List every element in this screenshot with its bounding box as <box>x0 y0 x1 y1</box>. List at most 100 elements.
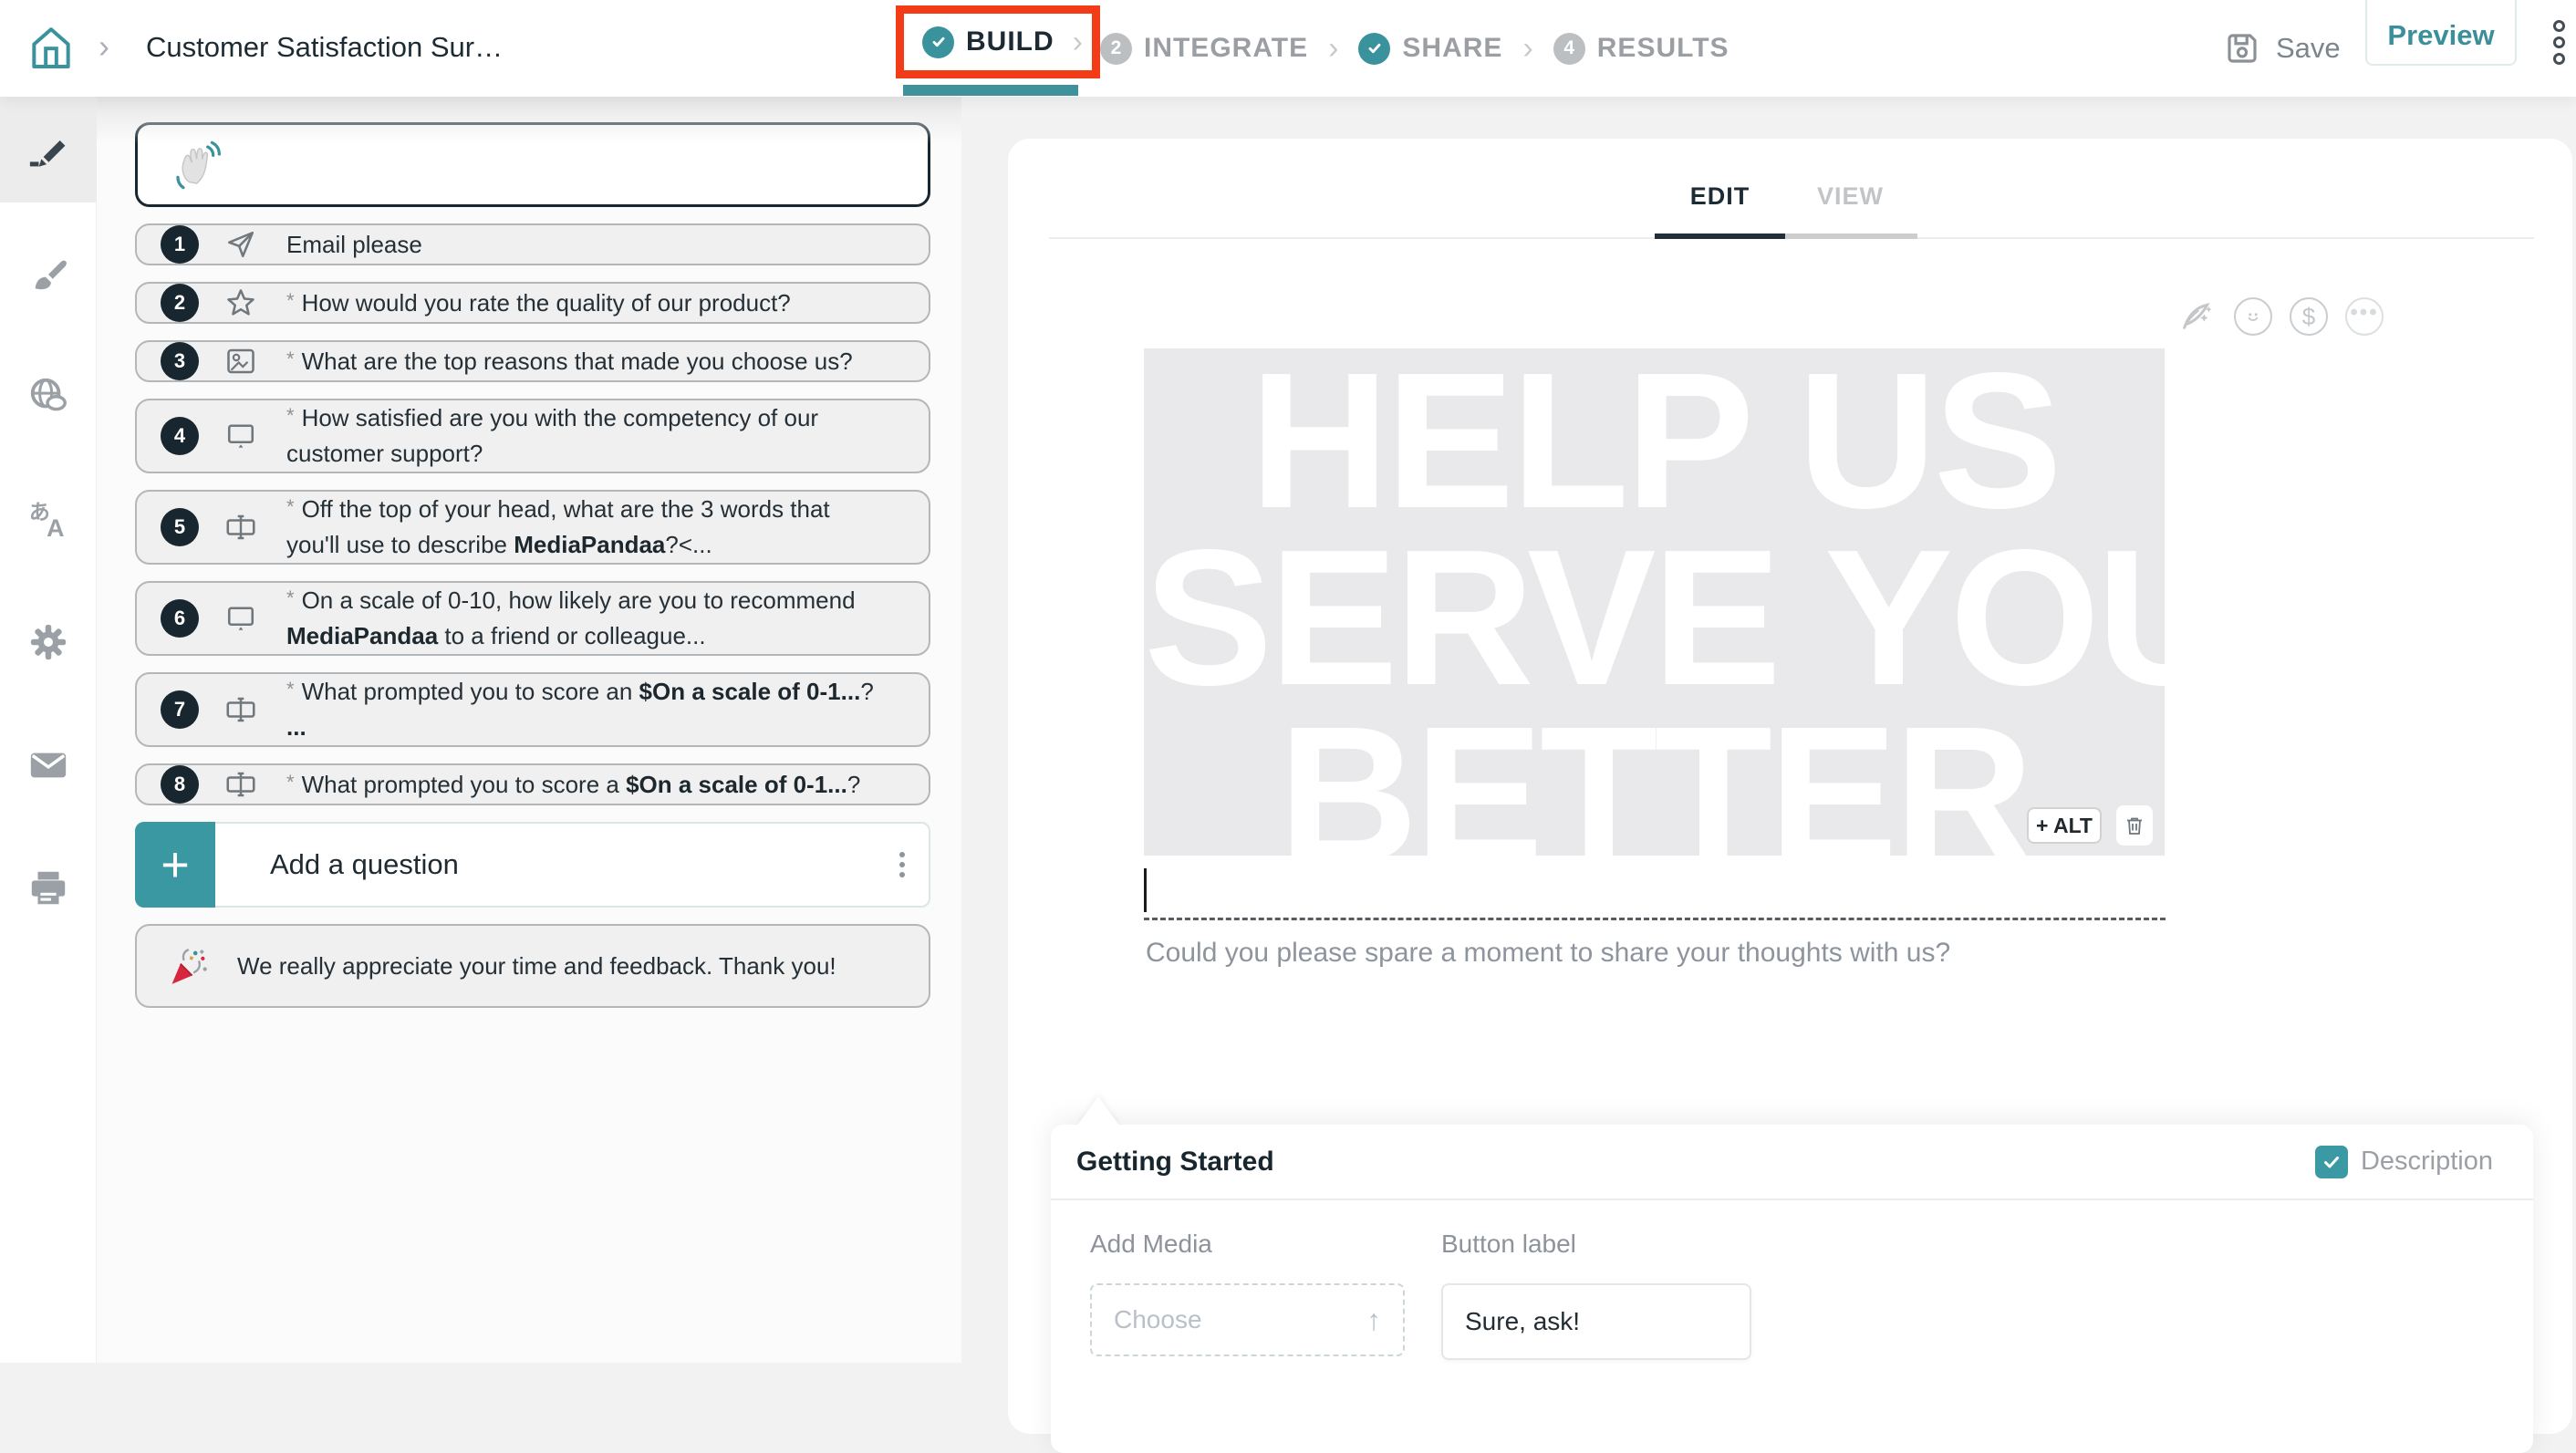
description-checkbox[interactable] <box>2315 1146 2348 1178</box>
tab-view[interactable]: VIEW <box>1785 182 1916 211</box>
sidebar-item-theme-brush[interactable] <box>0 220 97 326</box>
welcome-card[interactable] <box>135 122 930 207</box>
step-label: BUILD <box>966 26 1054 57</box>
question-number: 3 <box>161 342 199 380</box>
question-row-2[interactable]: 2*How would you rate the quality of our … <box>135 282 930 324</box>
question-media-image[interactable]: HELP US SERVE YOU BETTER + ALT <box>1144 348 2165 856</box>
step-chevron-icon: › <box>1073 25 1083 60</box>
question-number: 8 <box>161 765 199 804</box>
sidebar-item-settings-gear[interactable] <box>0 589 97 695</box>
panel-notch <box>1077 1096 1119 1126</box>
step-share[interactable]: SHARE <box>1358 33 1502 65</box>
required-asterisk: * <box>286 586 295 609</box>
step-number: 2 <box>1100 33 1132 65</box>
thank-you-text: We really appreciate your time and feedb… <box>237 949 894 984</box>
question-row-3[interactable]: 3*What are the top reasons that made you… <box>135 340 930 382</box>
image-icon <box>224 345 257 378</box>
sidebar-item-translate[interactable]: あA <box>0 466 97 572</box>
question-number: 6 <box>161 599 199 638</box>
add-alt-text-button[interactable]: + ALT <box>2027 807 2102 844</box>
question-number: 1 <box>161 225 199 264</box>
breadcrumb-chevron-icon: › <box>99 27 109 66</box>
sidebar-item-email[interactable] <box>0 712 97 818</box>
question-row-6[interactable]: 6 *On a scale of 0-10, how likely are you… <box>135 581 930 656</box>
question-text: *On a scale of 0-10, how likely are you … <box>286 583 888 654</box>
emoji-smiley-icon[interactable] <box>2234 297 2272 336</box>
hero-line-1: HELP US <box>1144 356 2165 525</box>
textfield-icon <box>224 768 257 801</box>
paper-plane-icon <box>224 228 257 261</box>
question-text: Email please <box>286 227 888 263</box>
step-label: SHARE <box>1402 33 1502 64</box>
question-number: 5 <box>161 508 199 546</box>
sidebar-item-print[interactable] <box>0 835 97 941</box>
breadcrumb-survey-title[interactable]: Customer Satisfaction Sur… <box>146 31 503 64</box>
theme-brush-icon <box>27 252 69 294</box>
thank-you-card[interactable]: We really appreciate your time and feedb… <box>135 924 930 1008</box>
add-question-kebab-icon[interactable] <box>899 847 905 882</box>
editor-toolbar: $ ••• <box>2178 297 2384 336</box>
text-cursor <box>1144 868 1147 912</box>
textfield-icon <box>224 693 257 726</box>
question-text: *What prompted you to score a $On a scal… <box>286 767 888 803</box>
step-chevron-icon: › <box>1328 31 1338 67</box>
add-media-label: Add Media <box>1090 1230 1405 1259</box>
build-step-underline <box>903 85 1078 96</box>
question-text: *Off the top of your head, what are the … <box>286 492 888 563</box>
add-question-label: Add a question <box>270 848 459 881</box>
sidebar-item-edit-pencil[interactable] <box>0 97 97 202</box>
step-integrate[interactable]: 2 INTEGRATE <box>1100 33 1308 65</box>
upload-arrow-icon: ↑ <box>1366 1303 1381 1337</box>
question-row-4[interactable]: 4*How satisfied are you with the compete… <box>135 399 930 473</box>
preview-button[interactable]: Preview <box>2365 0 2517 66</box>
step-build[interactable]: BUILD › <box>896 5 1100 78</box>
choose-placeholder: Choose <box>1114 1305 1202 1334</box>
add-media-choose-dropdown[interactable]: Choose ↑ <box>1090 1283 1405 1356</box>
sidebar-item-globe-language[interactable] <box>0 343 97 449</box>
variable-dollar-icon[interactable]: $ <box>2290 297 2328 336</box>
step-label: INTEGRATE <box>1144 33 1308 64</box>
builder-sidebar: あA <box>0 97 97 1363</box>
step-check-icon <box>922 26 954 58</box>
party-popper-icon <box>162 940 213 991</box>
question-row-7[interactable]: 7*What prompted you to score an $On a sc… <box>135 672 930 747</box>
save-floppy-icon <box>2223 29 2261 67</box>
svg-text:A: A <box>47 514 64 540</box>
save-button[interactable]: Save <box>2223 0 2341 97</box>
tab-view-indicator <box>1785 234 1917 239</box>
wizard-steps: BUILD ›2 INTEGRATE › SHARE › 4RESULTS <box>896 0 1729 97</box>
hero-line-2: SERVE YOU <box>1144 533 2165 702</box>
hero-line-3: BETTER <box>1144 710 2165 856</box>
required-asterisk: * <box>286 289 295 312</box>
ai-quill-icon[interactable] <box>2178 297 2217 336</box>
print-icon <box>27 867 69 909</box>
plus-icon: + <box>135 822 215 908</box>
question-description-text[interactable]: Could you please spare a moment to share… <box>1146 938 1950 969</box>
settings-gear-icon <box>27 621 69 663</box>
home-icon[interactable] <box>26 22 77 75</box>
translate-icon: あA <box>27 498 69 540</box>
top-header: › Customer Satisfaction Sur… BUILD › 2 INTE… <box>0 0 2576 97</box>
question-text: *How would you rate the quality of our p… <box>286 285 888 321</box>
tab-edit-indicator <box>1655 234 1785 239</box>
kebab-menu-icon[interactable] <box>2553 20 2565 65</box>
preview-label: Preview <box>2387 19 2494 52</box>
step-label: RESULTS <box>1597 33 1729 64</box>
question-number: 7 <box>161 690 199 729</box>
question-list-panel: 1 Email please 2*How would you rate the qu… <box>97 97 961 1363</box>
step-results[interactable]: 4RESULTS <box>1553 33 1729 65</box>
required-asterisk: * <box>286 495 295 518</box>
add-question-button[interactable]: + Add a question <box>135 822 930 908</box>
tab-edit[interactable]: EDIT <box>1655 182 1785 211</box>
monitor-icon <box>224 602 257 635</box>
textfield-icon <box>224 511 257 544</box>
more-ellipsis-icon[interactable]: ••• <box>2345 297 2384 336</box>
waving-hand-icon <box>165 136 223 194</box>
button-label-input[interactable] <box>1441 1283 1751 1360</box>
question-row-8[interactable]: 8 *What prompted you to score a $On a sca… <box>135 763 930 805</box>
getting-started-panel: Getting Started Description Add Media Ch… <box>1051 1125 2533 1453</box>
question-row-5[interactable]: 5 *Off the top of your head, what are the… <box>135 490 930 565</box>
question-row-1[interactable]: 1 Email please <box>135 223 930 265</box>
trash-icon[interactable] <box>2116 805 2153 846</box>
required-asterisk: * <box>286 678 295 701</box>
